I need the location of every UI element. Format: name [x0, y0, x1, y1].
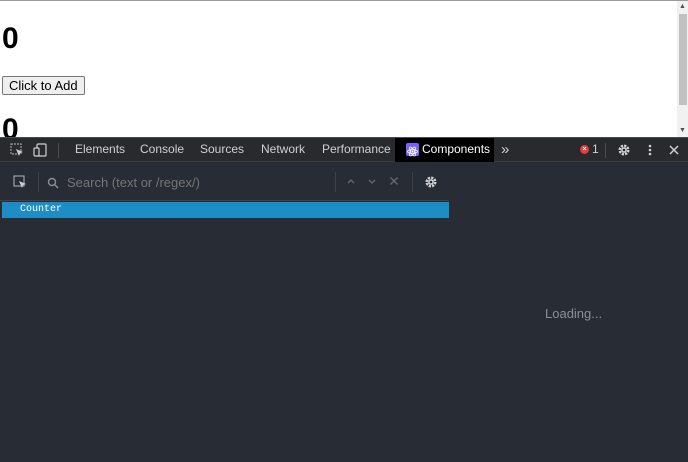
scroll-down-arrow-icon[interactable]: ▼	[677, 127, 688, 135]
settings-icon[interactable]	[617, 143, 631, 157]
toolbar-divider	[58, 143, 59, 158]
page-viewport: 0 Click to Add 0 ▲ ▼	[0, 0, 688, 137]
search-icon	[47, 176, 61, 190]
toolbar-divider	[38, 172, 39, 192]
react-icon	[406, 143, 419, 157]
toolbar-divider	[605, 143, 606, 158]
more-tabs-chevron-icon[interactable]: »	[501, 138, 509, 162]
tab-console[interactable]: Console	[140, 138, 184, 162]
tab-performance[interactable]: Performance	[322, 138, 391, 162]
details-loading-text: Loading...	[545, 306, 603, 321]
close-icon[interactable]	[667, 143, 681, 157]
devtools-tabbar: Elements Console Sources Network Perform…	[0, 137, 688, 162]
select-element-icon[interactable]	[13, 175, 27, 189]
components-toolbar	[0, 162, 449, 201]
error-count[interactable]: 1	[592, 138, 599, 161]
tab-components[interactable]: Components	[395, 138, 494, 162]
toolbar-divider	[335, 172, 336, 192]
counter-value-top: 0	[2, 22, 19, 55]
panel-divider[interactable]	[449, 162, 450, 462]
scroll-thumb[interactable]	[679, 14, 687, 105]
component-settings-icon[interactable]	[424, 175, 438, 189]
scroll-up-arrow-icon[interactable]: ▲	[677, 3, 688, 11]
tab-network[interactable]: Network	[261, 138, 305, 162]
arrow-up-icon[interactable]	[346, 174, 356, 192]
tree-item-label: Counter	[20, 204, 63, 215]
devtools-panel: Elements Console Sources Network Perform…	[0, 137, 688, 462]
more-vert-icon[interactable]	[643, 143, 657, 157]
tree-item-counter[interactable]: Counter	[2, 202, 449, 218]
tab-elements[interactable]: Elements	[75, 138, 125, 162]
page-scrollbar[interactable]: ▲ ▼	[677, 1, 688, 137]
clear-icon[interactable]	[389, 174, 399, 192]
tab-sources[interactable]: Sources	[200, 138, 244, 162]
inspect-icon[interactable]	[10, 143, 24, 157]
tab-components-label: Components	[422, 142, 491, 156]
counter-value-bottom: 0	[2, 113, 19, 138]
device-toggle-icon[interactable]	[33, 143, 47, 157]
click-to-add-button[interactable]: Click to Add	[2, 76, 85, 95]
arrow-down-icon[interactable]	[367, 174, 377, 192]
toolbar-divider	[412, 172, 413, 192]
component-search-input[interactable]	[67, 175, 327, 190]
error-icon[interactable]: ×	[580, 145, 589, 154]
